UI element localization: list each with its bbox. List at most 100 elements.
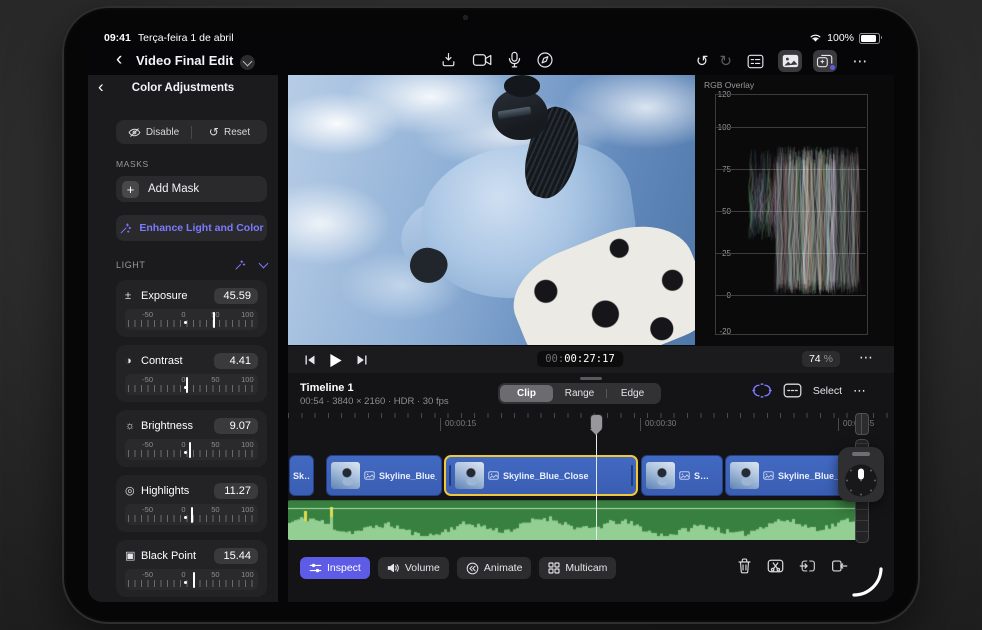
slider-current-value-marker[interactable] [190, 507, 193, 523]
timeline-clip-selected[interactable]: Skyline_Blue_Close [444, 455, 638, 496]
audio-track[interactable] [288, 500, 856, 540]
timeline-clip[interactable]: Skyline_Blue_Wide [326, 455, 442, 496]
import-media-icon[interactable] [440, 51, 457, 69]
inspect-sliders-icon [309, 563, 322, 573]
black-point-slider[interactable]: -50 0 50 100 [125, 569, 258, 590]
skip-back-icon[interactable] [304, 354, 316, 366]
tape-tick-label: 100 [241, 505, 254, 514]
battery-icon [859, 32, 882, 44]
timeline-clip[interactable]: Sk… [289, 455, 314, 496]
tape-tick-label: 0 [181, 505, 186, 514]
auto-enhance-wand-icon[interactable] [234, 259, 246, 271]
playhead-line [596, 429, 597, 540]
trash-icon[interactable] [737, 558, 752, 574]
photo-icon [679, 471, 690, 480]
mode-range[interactable]: Range [553, 385, 606, 402]
more-options-icon[interactable]: ⋯ [848, 50, 872, 72]
timeline-drag-handle[interactable] [580, 377, 602, 380]
blade-cut-icon[interactable] [767, 558, 784, 574]
magnetic-timeline-icon[interactable] [752, 383, 772, 398]
black-point-value[interactable]: 15.44 [214, 547, 258, 564]
black-point-icon: ▣ [125, 550, 136, 562]
highlights-slider[interactable]: -50 0 50 100 [125, 504, 258, 525]
panel-title: Color Adjustments [131, 82, 235, 94]
viewer-zoom-level[interactable]: 74% [801, 351, 840, 367]
browser-panel-icon[interactable] [743, 50, 767, 72]
enhance-light-color-button[interactable]: Enhance Light and Color [116, 215, 267, 241]
jog-dial[interactable] [845, 464, 877, 497]
contrast-icon: ◑ [125, 354, 132, 367]
exposure-slider[interactable]: -50 0 50 100 [125, 309, 258, 330]
clip-thumbnail [331, 462, 360, 489]
exposure-value[interactable]: 45.59 [214, 287, 258, 304]
brightness-icon: ☼ [125, 419, 136, 432]
play-button-icon[interactable] [329, 353, 343, 368]
playhead-handle[interactable] [590, 414, 603, 429]
masks-section-label: MASKS [116, 159, 149, 169]
effects-panel-icon[interactable] [813, 50, 837, 72]
timeline-name[interactable]: Timeline 1 [300, 382, 354, 394]
adjust-card-black-point: ▣ Black Point 15.44 -50 0 50 100 [116, 540, 267, 597]
audio-waveform [288, 500, 856, 540]
skip-forward-icon[interactable] [356, 354, 368, 366]
photo-icon [364, 471, 375, 480]
timeline-toolbar: Inspect Volume Animate Multicam [288, 557, 894, 583]
collapse-chevron-icon[interactable] [258, 258, 269, 269]
photo-icon [488, 471, 499, 480]
insert-clip-icon[interactable] [799, 558, 816, 574]
light-section-header[interactable]: LIGHT [116, 258, 269, 272]
timeline-more-icon[interactable]: ⋯ [853, 384, 866, 397]
project-title[interactable]: Video Final Edit [136, 53, 233, 68]
microphone-icon[interactable] [508, 51, 521, 69]
timecode-display[interactable]: 00:00:27:17 [537, 351, 623, 367]
media-panel-icon[interactable] [778, 50, 802, 72]
mode-edge[interactable]: Edge [606, 385, 659, 402]
inspect-button[interactable]: Inspect [300, 557, 370, 579]
brightness-value[interactable]: 9.07 [214, 417, 258, 434]
slider-current-value-marker[interactable] [212, 312, 215, 328]
volume-button[interactable]: Volume [377, 557, 449, 579]
undo-icon[interactable]: ↺ [696, 54, 709, 69]
scope-waveform [716, 95, 865, 332]
highlights-value[interactable]: 11.27 [214, 482, 258, 499]
contrast-slider[interactable]: -50 0 50 100 [125, 374, 258, 395]
playhead-tip [590, 429, 602, 435]
tape-tick-label: -50 [142, 505, 154, 514]
adjust-card-highlights: ◎ Highlights 11.27 -50 0 50 100 [116, 475, 267, 532]
tape-tick-label: 100 [241, 310, 254, 319]
pencil-tool-icon[interactable] [536, 51, 554, 69]
animate-button[interactable]: Animate [456, 557, 532, 579]
viewer-more-icon[interactable]: ⋯ [859, 349, 874, 366]
multicam-button[interactable]: Multicam [539, 557, 617, 579]
overwrite-clip-icon[interactable] [831, 558, 848, 574]
tape-tick-label: 100 [241, 375, 254, 384]
speaker-icon [387, 563, 399, 573]
timeline-clip[interactable]: S… [641, 455, 723, 496]
add-mask-button[interactable]: + Add Mask [116, 176, 267, 202]
timeline-clip[interactable]: Skyline_Blue_Backgrou [725, 455, 854, 496]
reset-button[interactable]: ↺ Reset [192, 120, 267, 144]
tape-tick-label: 0 [181, 310, 186, 319]
select-button[interactable]: Select [813, 385, 842, 397]
viewer-video-preview[interactable] [288, 75, 695, 345]
tape-tick-label: -50 [142, 375, 154, 384]
disable-button[interactable]: Disable [116, 120, 191, 144]
contrast-value[interactable]: 4.41 [214, 352, 258, 369]
tape-tick-label: 100 [241, 440, 254, 449]
plus-icon: + [122, 180, 139, 198]
record-video-icon[interactable] [472, 52, 493, 68]
popover-grab-handle[interactable] [852, 452, 870, 456]
tape-tick-label: 100 [241, 570, 254, 579]
tape-tick-label: 50 [211, 505, 220, 514]
clip-overview-icon[interactable] [783, 383, 802, 398]
wifi-icon [810, 34, 821, 42]
back-chevron-icon[interactable]: ‹ [116, 49, 122, 71]
slider-current-value-marker[interactable] [189, 442, 192, 458]
exposure-icon: ± [125, 289, 132, 302]
mode-clip[interactable]: Clip [500, 385, 553, 402]
jog-dial-popover[interactable] [838, 447, 884, 502]
brightness-slider[interactable]: -50 0 50 100 [125, 439, 258, 460]
rgb-overlay-scope: RGB Overlay 120 100 75 50 25 0 -20 [695, 75, 894, 345]
project-dropdown-button[interactable] [240, 55, 255, 70]
tape-tick-label: -50 [142, 440, 154, 449]
